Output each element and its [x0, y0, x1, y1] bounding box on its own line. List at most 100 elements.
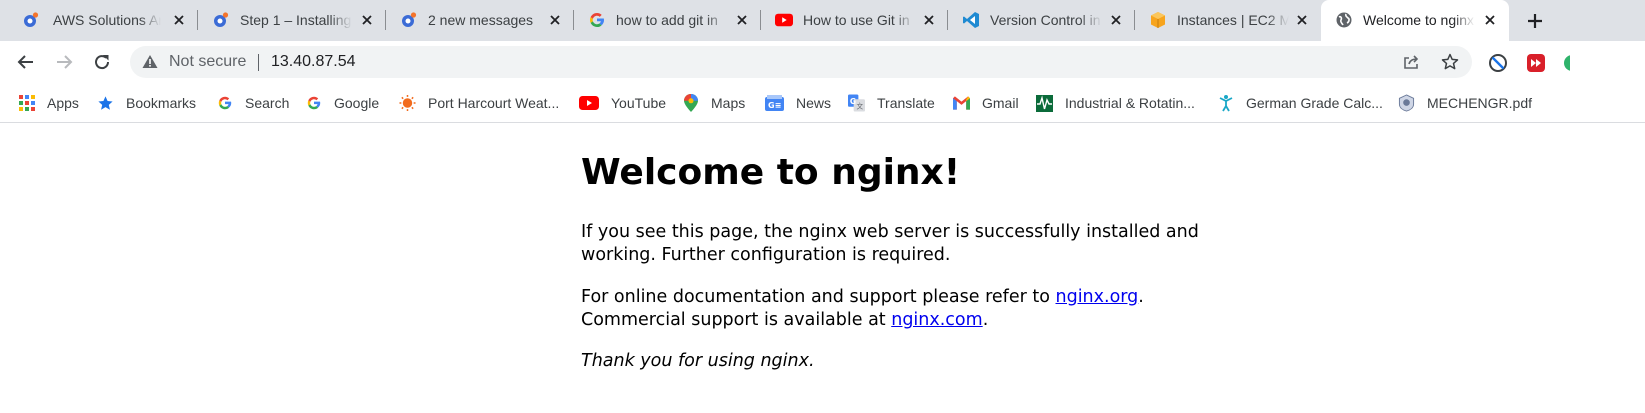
bookmark-label: Gmail	[982, 95, 1019, 111]
thanks-text: Thank you for using nginx.	[581, 351, 815, 371]
bookmark-label: German Grade Calc...	[1246, 95, 1383, 111]
docs-paragraph: For online documentation and support ple…	[581, 286, 1144, 309]
tab-version-control[interactable]: Version Control in	[948, 0, 1135, 41]
browser-toolbar: Not secure 13.40.87.54	[0, 41, 1645, 84]
google-icon	[216, 95, 233, 112]
tab-ec2-instances[interactable]: Instances | EC2 M	[1135, 0, 1321, 41]
intro-line-2: working. Further configuration is requir…	[581, 245, 951, 265]
commercial-suffix: .	[982, 310, 989, 330]
star-icon	[97, 95, 114, 112]
apps-grid-icon	[18, 95, 35, 112]
forward-arrow-icon[interactable]	[51, 49, 77, 75]
docs-text: For online documentation and support ple…	[581, 287, 1056, 307]
tab-welcome-nginx[interactable]: Welcome to nginx	[1321, 0, 1509, 41]
nginx-org-link[interactable]: nginx.org	[1056, 287, 1139, 307]
nginx-com-link[interactable]: nginx.com	[891, 310, 982, 330]
bookmarks-bar: Apps Bookmarks Search Google Port Harcou…	[0, 84, 1645, 123]
reload-icon[interactable]	[89, 49, 115, 75]
bookmark-star-icon[interactable]	[1441, 53, 1459, 76]
badge-icon	[1398, 94, 1415, 112]
figure-icon	[1218, 95, 1234, 112]
extension-partial-icon[interactable]	[1562, 53, 1570, 73]
gmail-icon	[953, 95, 970, 112]
tab-title: 2 new messages	[428, 12, 534, 28]
translate-icon: G文	[848, 94, 865, 112]
back-arrow-icon[interactable]	[13, 49, 39, 75]
svg-text:文: 文	[857, 102, 864, 111]
close-tab-icon[interactable]	[1481, 11, 1499, 29]
bookmark-gmail[interactable]: Gmail	[953, 93, 1019, 113]
google-icon	[305, 95, 322, 112]
tab-title: Version Control in	[990, 12, 1101, 28]
bookmark-label: Port Harcourt Weat...	[428, 95, 560, 111]
commercial-text: Commercial support is available at	[581, 310, 892, 330]
orange-app-icon	[22, 11, 40, 29]
close-tab-icon[interactable]	[546, 11, 564, 29]
url-text[interactable]: 13.40.87.54	[271, 53, 356, 71]
address-bar[interactable]: Not secure 13.40.87.54	[130, 46, 1472, 78]
sun-icon	[399, 94, 416, 112]
bookmark-german-grade-calc[interactable]: German Grade Calc...	[1218, 93, 1383, 113]
close-tab-icon[interactable]	[1107, 11, 1125, 29]
tab-title: How to use Git in	[803, 12, 910, 28]
orange-app-icon	[400, 11, 418, 29]
pulse-icon	[1036, 94, 1053, 112]
tab-youtube-git[interactable]: How to use Git in	[761, 0, 948, 41]
block-extension-icon[interactable]	[1488, 53, 1508, 73]
bookmark-search[interactable]: Search	[216, 93, 289, 113]
bookmark-label: YouTube	[611, 95, 667, 111]
close-tab-icon[interactable]	[733, 11, 751, 29]
close-tab-icon[interactable]	[358, 11, 376, 29]
bookmark-port-harcourt-weather[interactable]: Port Harcourt Weat...	[399, 93, 559, 113]
aws-icon	[1149, 11, 1167, 29]
tab-aws-solutions[interactable]: AWS Solutions Ar	[0, 0, 198, 41]
docs-suffix: .	[1138, 287, 1144, 307]
svg-text:G: G	[850, 97, 856, 106]
bookmark-industrial-rotating[interactable]: Industrial & Rotatin...	[1036, 93, 1195, 113]
intro-line-1: If you see this page, the nginx web serv…	[581, 222, 1199, 242]
globe-icon	[1335, 11, 1353, 29]
close-tab-icon[interactable]	[920, 11, 938, 29]
bookmark-label: News	[796, 95, 832, 111]
bookmark-youtube[interactable]: YouTube	[579, 93, 666, 113]
bookmark-label: Translate	[877, 95, 935, 111]
media-extension-icon[interactable]	[1526, 53, 1546, 73]
youtube-icon	[579, 95, 599, 112]
omnibox-divider	[258, 54, 259, 71]
vscode-icon	[962, 11, 980, 29]
news-icon: G≡	[765, 95, 784, 112]
tab-strip: AWS Solutions Ar Step 1 – Installing 2 n…	[0, 0, 1645, 41]
tab-new-messages[interactable]: 2 new messages	[386, 0, 574, 41]
bookmark-label: Industrial & Rotatin...	[1065, 95, 1195, 111]
tab-title: Instances | EC2 M	[1177, 12, 1289, 28]
maps-pin-icon	[682, 94, 699, 112]
close-tab-icon[interactable]	[170, 11, 188, 29]
warning-triangle-icon[interactable]	[142, 54, 158, 74]
bookmark-label: Google	[334, 95, 380, 111]
tab-step1-installing[interactable]: Step 1 – Installing	[198, 0, 386, 41]
share-icon[interactable]	[1402, 53, 1420, 76]
bookmark-label: Bookmarks	[126, 95, 197, 111]
tab-title: Step 1 – Installing	[240, 12, 352, 28]
close-tab-icon[interactable]	[1293, 11, 1311, 29]
youtube-icon	[775, 11, 793, 29]
orange-app-icon	[212, 11, 230, 29]
bookmark-translate[interactable]: G文 Translate	[848, 93, 935, 113]
bookmark-google[interactable]: Google	[305, 93, 379, 113]
bookmark-news[interactable]: G≡ News	[765, 93, 831, 113]
page-title: Welcome to nginx!	[581, 152, 961, 193]
bookmark-bookmarks[interactable]: Bookmarks	[97, 93, 196, 113]
bookmark-label: Search	[245, 95, 290, 111]
commercial-paragraph: Commercial support is available at nginx…	[581, 309, 988, 332]
svg-text:G≡: G≡	[768, 101, 781, 110]
bookmark-label: Apps	[47, 95, 79, 111]
bookmark-mechengr-pdf[interactable]: MECHENGR.pdf	[1398, 93, 1532, 113]
bookmark-apps[interactable]: Apps	[18, 93, 79, 113]
new-tab-plus-icon[interactable]	[1522, 8, 1548, 34]
tab-google-search-git[interactable]: how to add git in	[574, 0, 761, 41]
tab-title: Welcome to nginx	[1363, 12, 1475, 28]
security-status-label[interactable]: Not secure	[169, 53, 246, 71]
bookmark-label: MECHENGR.pdf	[1427, 95, 1533, 111]
bookmark-maps[interactable]: Maps	[682, 93, 745, 113]
tab-title: AWS Solutions Ar	[53, 12, 161, 28]
